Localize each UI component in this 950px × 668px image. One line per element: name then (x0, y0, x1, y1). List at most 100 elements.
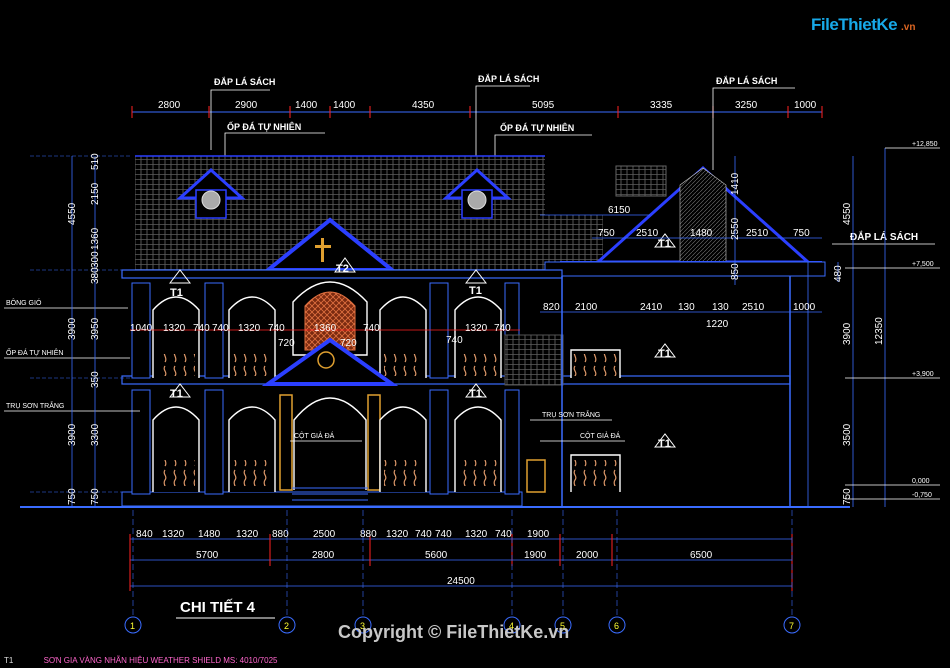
top-dim-9: 1000 (794, 100, 817, 111)
right2-dim-3: 2410 (640, 302, 663, 313)
b1-dim-8: 1320 (386, 529, 409, 540)
bottom-dimensions: 840 1320 1480 1320 880 2500 880 1320 740… (129, 529, 793, 591)
vl-350: 350 (90, 371, 101, 388)
level-3900: +3,900 (912, 371, 934, 378)
footer-note: T1 SƠN GIA VÀNG NHÃN HIỆU WEATHER SHIELD… (4, 656, 277, 665)
right2-dim-1: 820 (543, 302, 560, 313)
tag-t1-f: T1 (469, 388, 482, 400)
right2-dim-5: 130 (712, 302, 729, 313)
note-cot-gia-da-2: CỘT GIẢ ĐÁ (580, 431, 621, 440)
level-minus-750: -0,750 (912, 492, 932, 499)
mid-dim-2: 1320 (163, 323, 186, 334)
mid-dim-6: 740 (268, 323, 285, 334)
vl-3950: 3950 (90, 317, 101, 340)
small-dim-2: 720 (340, 338, 357, 349)
b1-dim-9: 740 (415, 529, 432, 540)
mid-dim-1: 1040 (130, 323, 153, 334)
right2-dim-2: 2100 (575, 302, 598, 313)
b1-dim-7: 880 (360, 529, 377, 540)
vl-750: 750 (90, 488, 101, 505)
right-vertical-dimensions: 1410 2550 850 480 4550 3900 3500 750 123… (730, 148, 886, 507)
note-dap-la-sach-right: ĐẮP LÁ SÁCH (850, 230, 918, 243)
tag-t1-d: T1 (658, 348, 671, 360)
mid-dim-7: 1360 (314, 323, 337, 334)
vr-1410: 1410 (730, 172, 741, 195)
small-dim-3: 740 (446, 335, 463, 346)
entrance-portico (261, 337, 399, 501)
top-dimension-line: 2800 2900 1400 1400 4350 5095 3335 3250 … (131, 100, 823, 118)
b1-dim-12: 740 (495, 529, 512, 540)
copyright-watermark: Copyright © FileThietKe.vn (338, 622, 570, 642)
grid-label-7: 7 (789, 621, 794, 631)
mid-dim-3: 740 (193, 323, 210, 334)
note-tru-son-trang-right: TRỤ SƠN TRẮNG (542, 410, 600, 419)
title-chi-tiet-4: CHI TIẾT 4 (180, 599, 256, 616)
right2-dim-6: 2510 (742, 302, 765, 313)
vr-4550: 4550 (842, 202, 853, 225)
b1-dim-6: 2500 (313, 529, 336, 540)
level-7500: +7,500 (912, 261, 934, 268)
vr-2550: 2550 (730, 217, 741, 240)
logo-suffix: .vn (901, 22, 916, 33)
site-logo[interactable]: FileThietKe .vn (807, 11, 925, 41)
b1-dim-5: 880 (272, 529, 289, 540)
top-dim-5: 4350 (412, 100, 435, 111)
vr-3500: 3500 (842, 423, 853, 446)
tag-t1-e: T1 (170, 388, 183, 400)
mid-dim-8: 740 (363, 323, 380, 334)
vr-850: 850 (730, 263, 741, 280)
b1-dim-11: 1320 (465, 529, 488, 540)
tag-t1-g: T1 (658, 438, 671, 450)
grid-label-1: 1 (130, 621, 135, 631)
note-dap-la-sach-1: ĐẮP LÁ SÁCH (214, 77, 275, 87)
vl-2150: 2150 (90, 182, 101, 205)
b2-dim-6: 6500 (690, 550, 713, 561)
note-cot-gia-da-1: CỘT GIẢ ĐÁ (294, 431, 335, 440)
note-tru-son-trang-left: TRỤ SƠN TRẮNG (6, 401, 64, 410)
vl-380: 380 (90, 267, 101, 284)
b2-dim-1: 5700 (196, 550, 219, 561)
logo-brand: FileThietKe (811, 15, 898, 34)
b1-dim-4: 1320 (236, 529, 259, 540)
b1-dim-2: 1320 (162, 529, 185, 540)
vl2-4550: 4550 (67, 202, 78, 225)
mid-dim-4: 740 (212, 323, 229, 334)
drawing-title: CHI TIẾT 4 (176, 599, 275, 619)
tag-t1-a: T1 (170, 287, 183, 299)
note-dap-la-sach-2: ĐẮP LÁ SÁCH (478, 74, 539, 84)
vl-3300: 3300 (90, 423, 101, 446)
vr-750: 750 (842, 488, 853, 505)
mid-dim-9: 1320 (465, 323, 488, 334)
level-marks: +12,850 +7,500 +3,900 0,000 -0,750 (845, 141, 940, 500)
right-dim-2510a: 2510 (636, 228, 659, 239)
b1-dim-10: 740 (435, 529, 452, 540)
top-dim-3: 1400 (295, 100, 318, 111)
vr-3900: 3900 (842, 322, 853, 345)
right2-dim-7: 1000 (793, 302, 816, 313)
top-dim-6: 5095 (532, 100, 555, 111)
tag-t1-b: T1 (469, 285, 482, 297)
vl2-3900b: 3900 (67, 423, 78, 446)
b1-dim-1: 840 (136, 529, 153, 540)
b1-dim-3: 1480 (198, 529, 221, 540)
right2-dim-4: 130 (678, 302, 695, 313)
mid-dim-5: 1320 (238, 323, 261, 334)
cad-elevation-drawing: 2800 2900 1400 1400 4350 5095 3335 3250 … (0, 0, 950, 668)
small-dim-1: 720 (278, 338, 295, 349)
right-dim-1220: 1220 (706, 319, 729, 330)
grid-label-6: 6 (614, 621, 619, 631)
b2-dim-3: 5600 (425, 550, 448, 561)
top-dim-1: 2800 (158, 100, 181, 111)
top-dim-7: 3335 (650, 100, 673, 111)
vr-480: 480 (833, 265, 844, 282)
b2-dim-5: 2000 (576, 550, 599, 561)
b1-dim-13: 1900 (527, 529, 550, 540)
right-dim-750b: 750 (793, 228, 810, 239)
top-dim-8: 3250 (735, 100, 758, 111)
level-0: 0,000 (912, 478, 930, 485)
right-dim-2510b: 2510 (746, 228, 769, 239)
total-dim: 24500 (447, 576, 475, 587)
note-op-da-2: ỐP ĐÁ TỰ NHIÊN (500, 122, 574, 133)
top-dim-4: 1400 (333, 100, 356, 111)
vl-510: 510 (90, 153, 101, 170)
